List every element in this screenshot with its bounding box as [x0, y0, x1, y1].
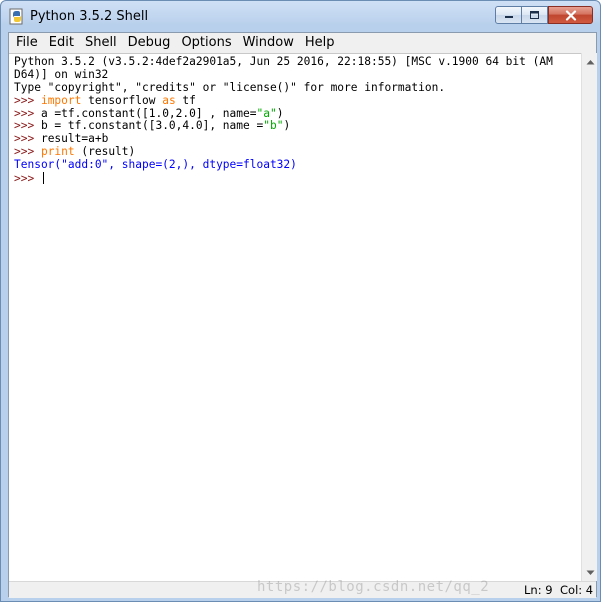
arrow-down-icon: [586, 570, 594, 575]
code-text: ): [276, 106, 284, 120]
shell-prompt: >>>: [14, 93, 41, 107]
scroll-down-button[interactable]: [582, 564, 598, 581]
scroll-up-button[interactable]: [582, 53, 598, 70]
code-text: result=a+b: [40, 132, 109, 146]
code-text: a =tf.constant([1.0,2.0] , name=: [40, 106, 257, 120]
code-text: (result): [74, 145, 136, 159]
python-app-icon: [9, 8, 23, 25]
minimize-icon: [504, 16, 513, 18]
code-text: tf: [175, 93, 196, 107]
code-text: ): [283, 119, 291, 133]
text-cursor: [42, 172, 44, 185]
title-bar[interactable]: Python 3.5.2 Shell: [1, 1, 600, 33]
shell-prompt: >>>: [14, 172, 41, 186]
string-literal: "a": [256, 106, 277, 120]
client-area: File Edit Shell Debug Options Window Hel…: [8, 32, 597, 598]
column-number-status: Col: 4: [560, 583, 594, 597]
maximize-button[interactable]: [521, 6, 548, 24]
banner-line: Python 3.5.2 (v3.5.2:4def2a2901a5, Jun 2…: [14, 55, 553, 68]
window-title: Python 3.5.2 Shell: [30, 9, 149, 24]
line-number-status: Ln: 9: [524, 583, 553, 597]
menu-options[interactable]: Options: [176, 33, 236, 53]
keyword: import: [40, 93, 82, 107]
code-line: >>>: [14, 172, 581, 185]
menu-shell[interactable]: Shell: [80, 33, 122, 53]
banner-line: D64)] on win32: [14, 67, 109, 81]
keyword: as: [162, 93, 176, 107]
status-bar: Ln: 9 Col: 4: [9, 581, 596, 598]
vertical-scrollbar[interactable]: [581, 53, 597, 581]
close-button[interactable]: [548, 6, 593, 24]
keyword: print: [40, 145, 75, 159]
close-icon: [565, 9, 576, 21]
output-line: Tensor("add:0", shape=(2,), dtype=float3…: [14, 158, 297, 172]
shell-text-area[interactable]: Python 3.5.2 (v3.5.2:4def2a2901a5, Jun 2…: [9, 53, 581, 581]
shell-prompt: >>>: [14, 106, 41, 120]
arrow-up-icon: [586, 59, 594, 64]
string-literal: "b": [263, 119, 284, 133]
minimize-button[interactable]: [495, 6, 522, 24]
menu-edit[interactable]: Edit: [44, 33, 79, 53]
code-text: tensorflow: [81, 93, 163, 107]
menu-bar: File Edit Shell Debug Options Window Hel…: [9, 33, 596, 53]
shell-prompt: >>>: [14, 132, 41, 146]
menu-help[interactable]: Help: [300, 33, 340, 53]
code-text: b = tf.constant([3.0,4.0], name =: [40, 119, 264, 133]
shell-prompt: >>>: [14, 119, 41, 133]
python-shell-window: Python 3.5.2 Shell File Edit Shell Debug…: [0, 0, 601, 602]
menu-file[interactable]: File: [11, 33, 43, 53]
menu-debug[interactable]: Debug: [123, 33, 176, 53]
shell-prompt: >>>: [14, 145, 41, 159]
maximize-icon: [530, 11, 539, 19]
menu-window[interactable]: Window: [238, 33, 299, 53]
